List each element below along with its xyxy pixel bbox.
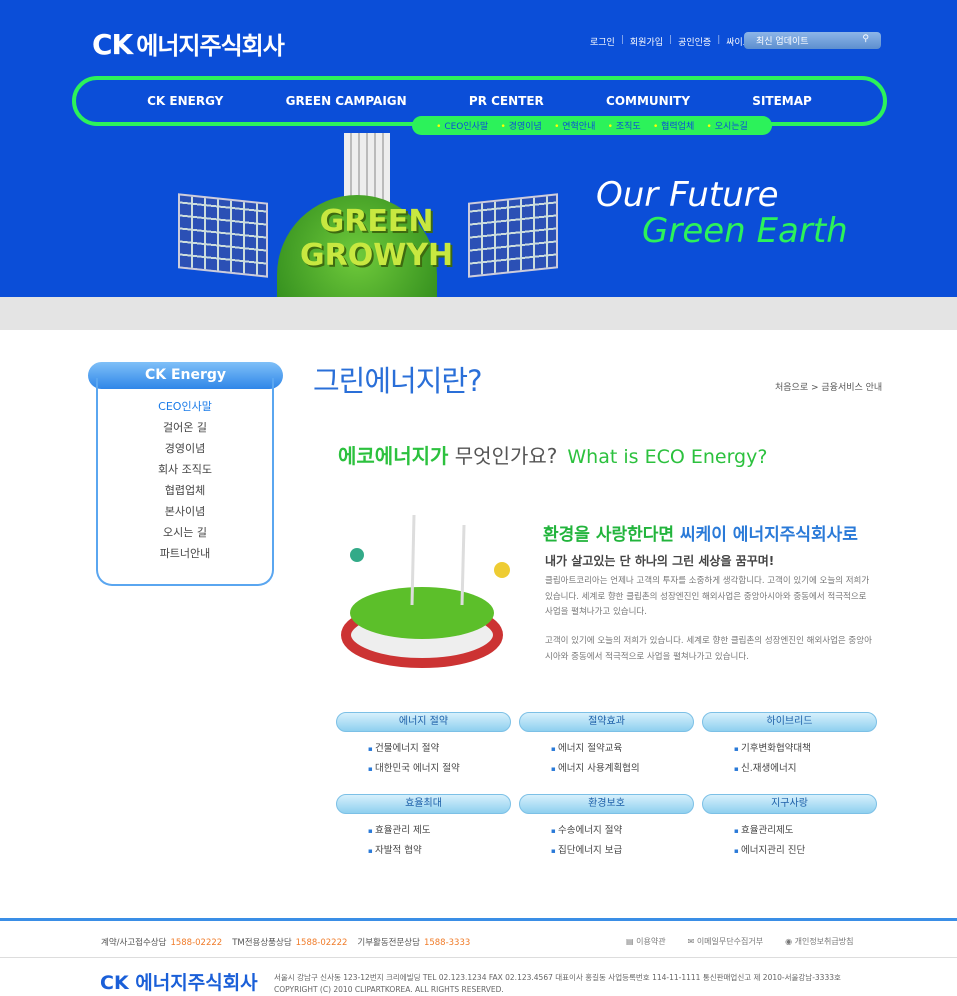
category-box: 절약효과에너지 절약교육에너지 사용계획협의 bbox=[519, 712, 694, 780]
solar-panel-image bbox=[468, 193, 558, 278]
category-box: 지구사랑효율관리제도에너지관리 진단 bbox=[702, 794, 877, 862]
category-title[interactable]: 효율최대 bbox=[336, 794, 511, 814]
nav-community[interactable]: COMMUNITY bbox=[606, 94, 690, 108]
category-link[interactable]: 에너지관리 진단 bbox=[734, 842, 877, 862]
sidebar-item[interactable]: 협렵업체 bbox=[98, 482, 272, 503]
divider-band bbox=[0, 297, 957, 330]
category-link[interactable]: 건물에너지 절약 bbox=[368, 740, 511, 760]
footer-links: ▤ 이용약관 ✉ 이메일무단수집거부 ◉ 개인정보취급방침 bbox=[626, 936, 853, 947]
category-box: 에너지 절약건물에너지 절약대한민국 에너지 절약 bbox=[336, 712, 511, 780]
eco-illustration bbox=[341, 514, 510, 668]
privacy-link[interactable]: ◉ 개인정보취급방침 bbox=[785, 936, 853, 947]
category-link[interactable]: 대한민국 에너지 절약 bbox=[368, 760, 511, 780]
nav-ck-energy[interactable]: CK ENERGY bbox=[147, 94, 223, 108]
category-link[interactable]: 신.재생에너지 bbox=[734, 760, 877, 780]
eye-icon: ◉ bbox=[785, 937, 795, 946]
login-link[interactable]: 로그인 bbox=[590, 35, 615, 48]
logo[interactable]: CK 에너지주식회사 bbox=[92, 26, 285, 61]
category-box: 효율최대효율관리 제도자발적 협약 bbox=[336, 794, 511, 862]
category-grid: 에너지 절약건물에너지 절약대한민국 에너지 절약절약효과에너지 절약교육에너지… bbox=[336, 712, 877, 862]
category-link[interactable]: 수송에너지 절약 bbox=[551, 822, 694, 842]
subnav-item[interactable]: 연혁안내 bbox=[554, 119, 595, 132]
book-icon: ▤ bbox=[626, 937, 637, 946]
search-input[interactable]: 최신 업데이트 ⚲ bbox=[744, 32, 881, 49]
nav-pr-center[interactable]: PR CENTER bbox=[469, 94, 544, 108]
mail-icon: ✉ bbox=[687, 937, 697, 946]
subnav-item[interactable]: 협력업체 bbox=[653, 119, 694, 132]
category-link[interactable]: 효율관리제도 bbox=[734, 822, 877, 842]
section-question: 에코에너지가 무엇인가요? What is ECO Energy? bbox=[338, 444, 768, 468]
sidebar-item[interactable]: 오시는 길 bbox=[98, 524, 272, 545]
breadcrumb: 처음으로 > 금융서비스 안내 bbox=[775, 383, 883, 393]
category-title[interactable]: 하이브리드 bbox=[702, 712, 877, 732]
solar-panel-image bbox=[178, 193, 268, 278]
footer-divider bbox=[0, 957, 957, 958]
sidebar-item[interactable]: CEO인사말 bbox=[98, 398, 272, 419]
sub-nav: CEO인사말 경영이념 연혁안내 조직도 협력업체 오시는길 bbox=[412, 116, 772, 135]
cert-link[interactable]: 공인인증 bbox=[678, 35, 711, 48]
footer-logo: CK 에너지주식회사 bbox=[100, 972, 258, 994]
subnav-item[interactable]: 조직도 bbox=[608, 119, 641, 132]
nav-green-campaign[interactable]: GREEN CAMPAIGN bbox=[286, 94, 407, 108]
subheadline: 내가 살고있는 단 하나의 그린 세상을 꿈꾸며! bbox=[545, 554, 775, 568]
sidebar: CEO인사말 걸어온 길 경영이념 회사 조직도 협렵업체 본사이념 오시는 길… bbox=[96, 378, 274, 586]
footer-line bbox=[0, 918, 957, 921]
globe-text: GREEN GROWYH bbox=[300, 204, 454, 273]
util-links: 로그인 | 회원가입 | 공인인증 | 싸이트맵 bbox=[590, 35, 760, 48]
footer-contacts: 계약/사고접수상담 1588-02222 TM전용상품상담 1588-02222 기… bbox=[101, 938, 471, 948]
subnav-item[interactable]: 오시는길 bbox=[707, 119, 748, 132]
email-policy-link[interactable]: ✉ 이메일무단수집거부 bbox=[688, 936, 764, 947]
category-link[interactable]: 효율관리 제도 bbox=[368, 822, 511, 842]
category-link[interactable]: 에너지 사용계획협의 bbox=[551, 760, 694, 780]
sidebar-item[interactable]: 걸어온 길 bbox=[98, 419, 272, 440]
category-link[interactable]: 자발적 협약 bbox=[368, 842, 511, 862]
category-title[interactable]: 에너지 절약 bbox=[336, 712, 511, 732]
category-box: 환경보호수송에너지 절약집단에너지 보급 bbox=[519, 794, 694, 862]
category-title[interactable]: 환경보호 bbox=[519, 794, 694, 814]
subnav-item[interactable]: 경영이념 bbox=[501, 119, 542, 132]
join-link[interactable]: 회원가입 bbox=[630, 35, 663, 48]
paragraph: 클립아트코리아는 언제나 고객의 투자를 소중하게 생각합니다. 고객이 있기에… bbox=[545, 576, 870, 617]
banner-slogan: Our Future Green Earth bbox=[596, 175, 848, 251]
sidebar-item[interactable]: 본사이념 bbox=[98, 503, 272, 524]
sidebar-item[interactable]: 파트너안내 bbox=[98, 545, 272, 566]
header: CK 에너지주식회사 로그인 | 회원가입 | 공인인증 | 싸이트맵 최신 업데이트 ⚲… bbox=[0, 0, 957, 297]
page-title: 그린에너지란? bbox=[313, 364, 482, 398]
sidebar-item[interactable]: 회사 조직도 bbox=[98, 461, 272, 482]
category-link[interactable]: 에너지 절약교육 bbox=[551, 740, 694, 760]
paragraph: 고객이 있기에 오늘의 저희가 있습니다. 세계로 향한 클립촌의 성장엔진인 … bbox=[545, 636, 872, 662]
category-title[interactable]: 지구사랑 bbox=[702, 794, 877, 814]
category-link[interactable]: 기후변화협약대책 bbox=[734, 740, 877, 760]
terms-link[interactable]: ▤ 이용약관 bbox=[626, 936, 666, 947]
subnav-item[interactable]: CEO인사말 bbox=[436, 119, 488, 132]
category-box: 하이브리드기후변화협약대책신.재생에너지 bbox=[702, 712, 877, 780]
category-title[interactable]: 절약효과 bbox=[519, 712, 694, 732]
headline: 환경을 사랑한다면 씨케이 에너지주식회사로 bbox=[543, 525, 858, 545]
footer-address: 서울시 강남구 신사동 123-12번지 크리에빌딩 TEL 02.123.12… bbox=[274, 973, 841, 994]
nav-sitemap[interactable]: SITEMAP bbox=[752, 94, 812, 108]
category-link[interactable]: 집단에너지 보급 bbox=[551, 842, 694, 862]
search-icon[interactable]: ⚲ bbox=[862, 34, 869, 47]
sidebar-item[interactable]: 경영이념 bbox=[98, 440, 272, 461]
